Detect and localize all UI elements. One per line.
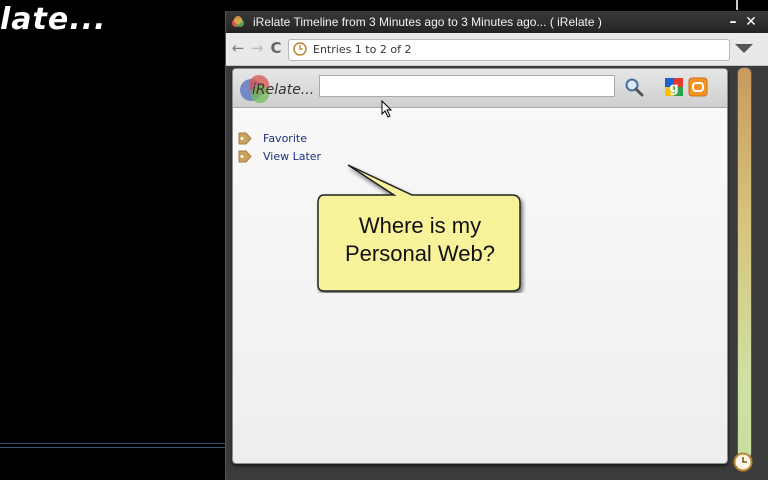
search-input[interactable] <box>319 75 615 97</box>
panel-header: iRelate... g <box>233 69 727 108</box>
timeline-slider[interactable] <box>737 67 752 459</box>
callout-line: Personal Web? <box>344 241 495 266</box>
close-button[interactable]: ✕ <box>743 13 759 31</box>
navigation-bar: ← → C Entries 1 to 2 of 2 <box>226 33 768 66</box>
title-bar[interactable]: iRelate Timeline from 3 Minutes ago to 3… <box>226 11 768 33</box>
tag-item-favorite[interactable]: Favorite <box>233 130 433 148</box>
back-button[interactable]: ← <box>229 39 247 57</box>
tag-icon <box>238 150 252 163</box>
svg-text:g: g <box>669 81 678 96</box>
mouse-cursor-icon <box>381 100 393 118</box>
minimize-button[interactable]: – <box>725 13 741 31</box>
menu-dropdown-icon[interactable] <box>735 44 753 53</box>
google-icon[interactable]: g <box>664 77 684 97</box>
callout-text: Where is my Personal Web? <box>316 212 524 268</box>
callout-line: Where is my <box>358 213 482 238</box>
window-title: iRelate Timeline from 3 Minutes ago to 3… <box>253 15 602 29</box>
background-title: late... <box>0 2 107 37</box>
address-bar[interactable]: Entries 1 to 2 of 2 <box>288 39 730 61</box>
clock-icon <box>293 42 307 56</box>
app-icon <box>232 16 244 27</box>
address-text: Entries 1 to 2 of 2 <box>313 43 412 56</box>
timeline-clock-icon[interactable] <box>733 452 753 472</box>
background-divider <box>0 443 228 444</box>
tag-icon <box>238 132 252 145</box>
tag-label[interactable]: View Later <box>263 148 321 166</box>
logo-text: iRelate... <box>252 82 315 98</box>
blogger-icon[interactable] <box>688 77 708 97</box>
background-marker <box>736 0 738 10</box>
forward-button[interactable]: → <box>248 39 266 57</box>
tag-label[interactable]: Favorite <box>263 130 307 148</box>
reload-button[interactable]: C <box>267 39 285 57</box>
background-divider <box>0 447 228 448</box>
search-icon[interactable] <box>624 77 644 97</box>
